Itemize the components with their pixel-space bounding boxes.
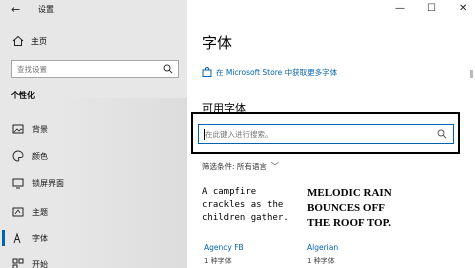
font-name-link[interactable]: Agency FB [204,243,244,252]
font-sample-agency-fb[interactable]: A campfire crackles as the children gath… [202,186,302,236]
settings-search-box[interactable] [11,60,179,78]
search-icon[interactable] [437,129,447,139]
lock-screen-icon [12,178,24,189]
search-icon[interactable] [163,64,173,74]
settings-search-input[interactable] [17,63,157,75]
sidebar-item-label: 颜色 [32,152,48,161]
minimize-button[interactable]: — [395,3,405,14]
sidebar-item-label: 字体 [32,234,48,243]
main-content: — ☐ ✕ 字体 在 Microsoft Store 中获取更多字体 可用字体 … [187,0,475,268]
language-filter[interactable]: 筛选条件: 所有语言 ﹀ [202,161,279,172]
store-link-label[interactable]: 在 Microsoft Store 中获取更多字体 [216,67,337,78]
home-icon [12,35,24,46]
store-bag-icon [202,67,212,77]
sidebar-item-label: 主页 [31,37,47,46]
maximize-button[interactable]: ☐ [427,3,436,14]
sidebar: ← 设置 主页 个性化 背景 颜色 锁屏界面 [0,0,187,268]
blur-overlay [60,98,187,268]
theme-icon [12,207,24,217]
sidebar-item-label: 背景 [32,125,48,134]
palette-icon [12,150,24,162]
font-count: 1 种字体 [204,257,232,265]
chevron-down-icon: ﹀ [270,162,279,171]
start-icon [12,258,24,268]
font-sample-algerian[interactable]: MELODIC RAIN BOUNCES OFF THE ROOF TOP. [307,186,407,236]
sidebar-item-label: 主题 [32,208,48,217]
font-icon [13,232,21,244]
font-name-link[interactable]: Algerian [307,243,338,252]
sidebar-item-home[interactable]: 主页 [0,32,187,50]
font-search-input[interactable] [205,128,425,140]
app-title: 设置 [38,5,54,14]
close-button[interactable]: ✕ [459,3,467,14]
sidebar-item-label: 开始 [32,260,48,268]
filter-label: 筛选条件: 所有语言 [202,162,267,171]
back-arrow-icon[interactable]: ← [11,3,25,17]
window-controls: — ☐ ✕ [385,0,475,20]
section-title: 个性化 [11,91,35,100]
scrollbar-thumb[interactable] [470,70,473,78]
title-bar: ← 设置 [0,0,187,20]
page-title: 字体 [202,34,233,52]
font-search-box[interactable] [198,124,454,144]
font-count: 1 种字体 [307,257,335,265]
image-icon [12,124,24,134]
